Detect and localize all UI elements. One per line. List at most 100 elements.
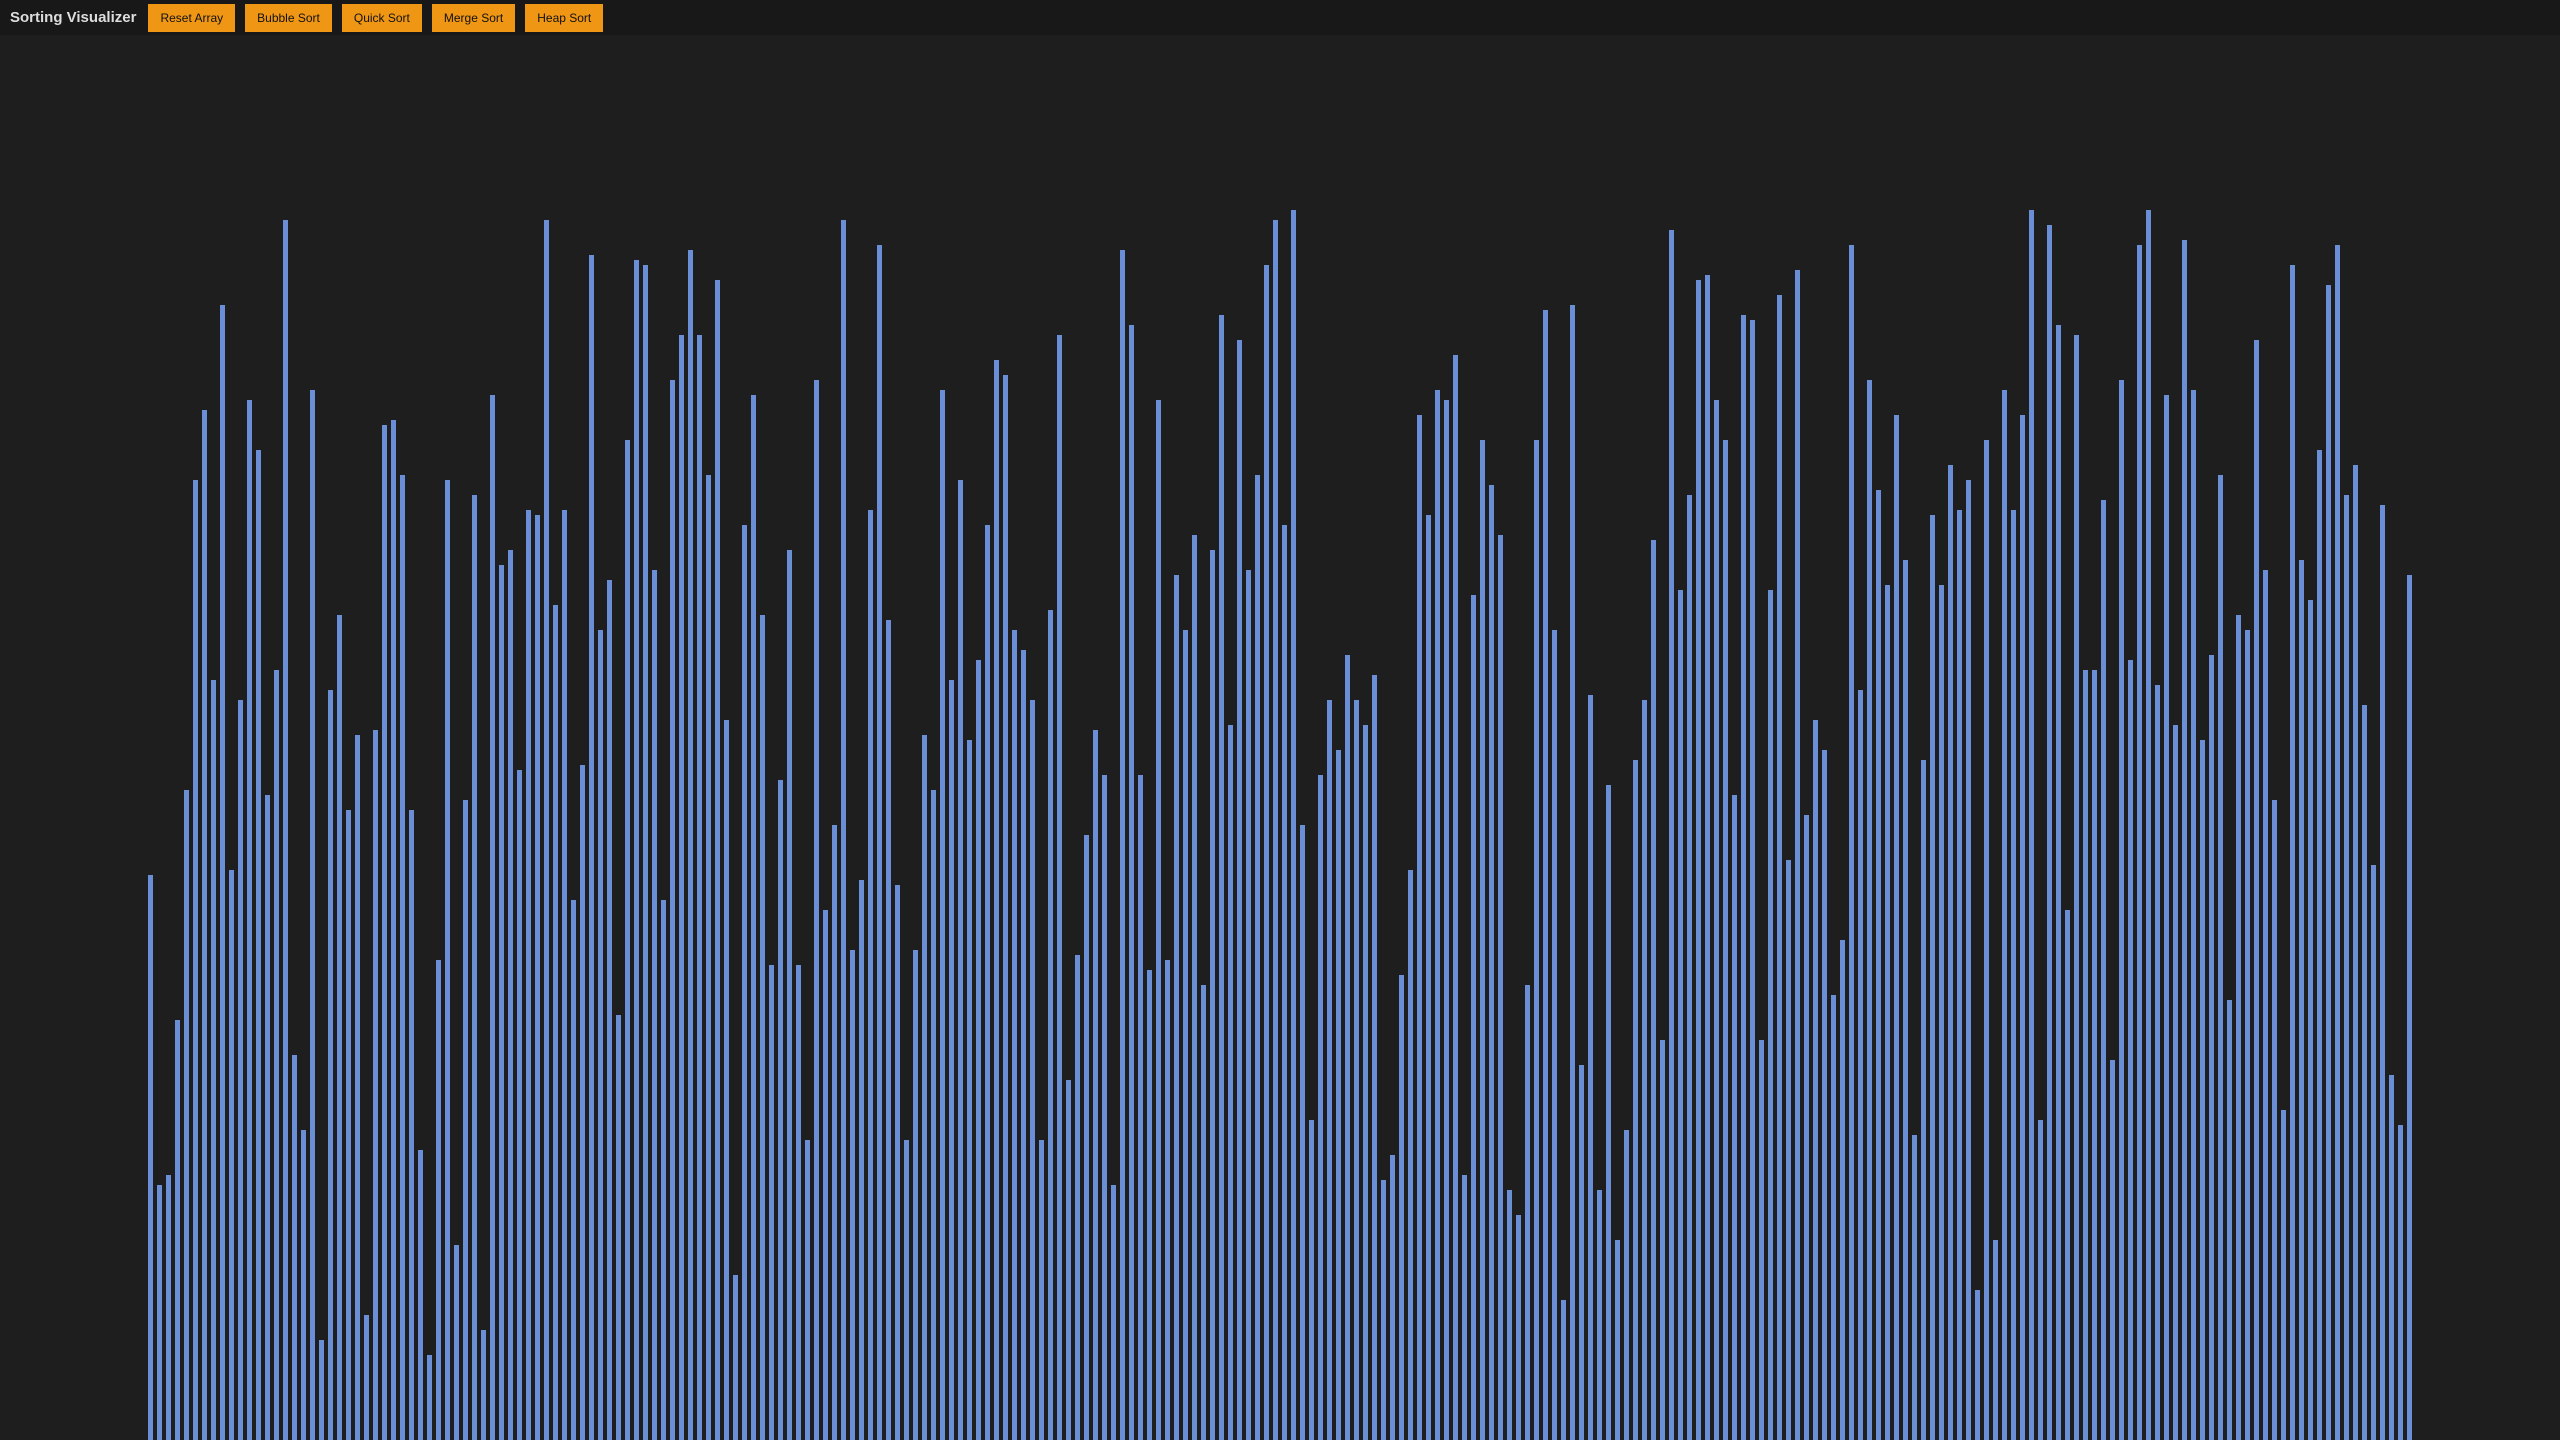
array-bar bbox=[670, 380, 675, 1440]
array-bar bbox=[751, 395, 756, 1440]
array-bar bbox=[580, 765, 585, 1440]
array-bar bbox=[2344, 495, 2349, 1440]
array-bar bbox=[1219, 315, 1224, 1440]
array-bar bbox=[1912, 1135, 1917, 1440]
array-bar bbox=[202, 410, 207, 1440]
array-bar bbox=[2308, 600, 2313, 1440]
array-bar bbox=[148, 875, 153, 1440]
array-bar bbox=[1660, 1040, 1665, 1440]
array-bar bbox=[238, 700, 243, 1440]
array-bar bbox=[1993, 1240, 1998, 1440]
array-bar bbox=[724, 720, 729, 1440]
array-bar bbox=[1399, 975, 1404, 1440]
array-bar bbox=[787, 550, 792, 1440]
array-bar bbox=[2182, 240, 2187, 1440]
array-bar bbox=[1903, 560, 1908, 1440]
array-bar bbox=[1975, 1290, 1980, 1440]
array-bar bbox=[1291, 210, 1296, 1440]
array-bar bbox=[184, 790, 189, 1440]
array-bar bbox=[2002, 390, 2007, 1440]
array-bar bbox=[1030, 700, 1035, 1440]
array-bar bbox=[1354, 700, 1359, 1440]
array-bar bbox=[1579, 1065, 1584, 1440]
bubble-sort-button[interactable]: Bubble Sort bbox=[245, 4, 332, 32]
array-bar bbox=[2281, 1110, 2286, 1440]
array-bar bbox=[1840, 940, 1845, 1440]
array-bar bbox=[868, 510, 873, 1440]
array-bar bbox=[1570, 305, 1575, 1440]
array-bar bbox=[760, 615, 765, 1440]
array-bar bbox=[1606, 785, 1611, 1440]
heap-sort-button[interactable]: Heap Sort bbox=[525, 4, 603, 32]
array-bar bbox=[2074, 335, 2079, 1440]
array-bar bbox=[454, 1245, 459, 1440]
array-bar bbox=[409, 810, 414, 1440]
array-bar bbox=[877, 245, 882, 1440]
array-bar bbox=[1804, 815, 1809, 1440]
array-bar bbox=[382, 425, 387, 1440]
array-bar bbox=[1678, 590, 1683, 1440]
array-bar bbox=[2092, 670, 2097, 1440]
reset-array-button[interactable]: Reset Array bbox=[148, 4, 235, 32]
array-bar bbox=[1183, 630, 1188, 1440]
array-bar bbox=[1246, 570, 1251, 1440]
array-bar bbox=[283, 220, 288, 1440]
array-bar bbox=[931, 790, 936, 1440]
array-bar bbox=[904, 1140, 909, 1440]
array-bar bbox=[652, 570, 657, 1440]
array-bar bbox=[1408, 870, 1413, 1440]
array-bar bbox=[1228, 725, 1233, 1440]
array-bar bbox=[2209, 655, 2214, 1440]
array-bar bbox=[1921, 760, 1926, 1440]
array-bar bbox=[1885, 585, 1890, 1440]
array-bar bbox=[1552, 630, 1557, 1440]
array-bar bbox=[1453, 355, 1458, 1440]
array-bar bbox=[715, 280, 720, 1440]
array-bar bbox=[1444, 400, 1449, 1440]
array-bar bbox=[2326, 285, 2331, 1440]
array-bar bbox=[2272, 800, 2277, 1440]
merge-sort-button[interactable]: Merge Sort bbox=[432, 4, 515, 32]
app-title: Sorting Visualizer bbox=[10, 9, 136, 26]
array-bar bbox=[1984, 440, 1989, 1440]
array-bar bbox=[922, 735, 927, 1440]
array-bar bbox=[1498, 535, 1503, 1440]
array-bar bbox=[508, 550, 513, 1440]
array-bar bbox=[688, 250, 693, 1440]
array-bar bbox=[1849, 245, 1854, 1440]
array-bar bbox=[913, 950, 918, 1440]
array-bar bbox=[1255, 475, 1260, 1440]
array-bar bbox=[1057, 335, 1062, 1440]
array-bar bbox=[1237, 340, 1242, 1440]
quick-sort-button[interactable]: Quick Sort bbox=[342, 4, 422, 32]
array-bar bbox=[1723, 440, 1728, 1440]
array-bar bbox=[1201, 985, 1206, 1440]
array-bar bbox=[616, 1015, 621, 1440]
array-bar bbox=[1138, 775, 1143, 1440]
array-bar bbox=[220, 305, 225, 1440]
array-bar bbox=[1165, 960, 1170, 1440]
array-bar bbox=[841, 220, 846, 1440]
array-bar bbox=[598, 630, 603, 1440]
array-bar bbox=[1273, 220, 1278, 1440]
array-bar bbox=[1642, 700, 1647, 1440]
array-bar bbox=[895, 885, 900, 1440]
array-bar bbox=[1894, 415, 1899, 1440]
array-bar bbox=[1939, 585, 1944, 1440]
array-bar bbox=[2020, 415, 2025, 1440]
array-bar bbox=[292, 1055, 297, 1440]
array-bar bbox=[265, 795, 270, 1440]
array-bar bbox=[1192, 535, 1197, 1440]
array-bar bbox=[643, 265, 648, 1440]
array-bar bbox=[1822, 750, 1827, 1440]
array-bar bbox=[1687, 495, 1692, 1440]
array-bar bbox=[400, 475, 405, 1440]
array-bar bbox=[1795, 270, 1800, 1440]
array-bar bbox=[1867, 380, 1872, 1440]
array-bar bbox=[697, 335, 702, 1440]
array-bar bbox=[1516, 1215, 1521, 1440]
array-bar bbox=[1543, 310, 1548, 1440]
array-bar bbox=[1480, 440, 1485, 1440]
array-bar bbox=[778, 780, 783, 1440]
array-bar bbox=[373, 730, 378, 1440]
